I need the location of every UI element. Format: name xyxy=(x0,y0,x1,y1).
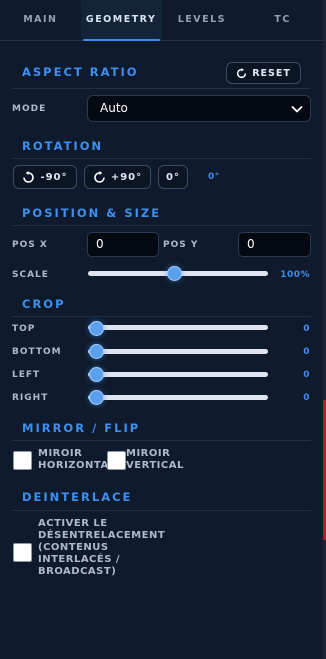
divider xyxy=(12,440,311,441)
section-title-aspect-ratio: ASPECT RATIO xyxy=(22,65,139,79)
mirror-horizontal-checkbox[interactable] xyxy=(13,451,32,470)
scale-slider-thumb[interactable] xyxy=(167,266,183,281)
section-title-deinterlace: DEINTERLACE xyxy=(22,490,133,504)
rotate-cw-label: +90° xyxy=(110,171,143,183)
crop-bottom-thumb[interactable] xyxy=(89,344,104,359)
rotate-cw-icon xyxy=(94,170,105,183)
mode-label: MODE xyxy=(12,104,47,114)
rotate-ccw-button[interactable]: -90° xyxy=(13,165,77,189)
divider xyxy=(12,158,311,159)
deinterlace-line: (CONTENUS xyxy=(38,542,109,553)
crop-right-label: RIGHT xyxy=(12,393,49,403)
crop-top-thumb[interactable] xyxy=(89,321,104,336)
divider xyxy=(12,510,311,511)
chevron-down-icon xyxy=(291,106,303,113)
divider xyxy=(12,316,311,317)
crop-top-label: TOP xyxy=(12,324,36,334)
tab-levels[interactable]: LEVELS xyxy=(162,0,243,40)
mirror-vertical-label: MIROIR VERTICAL xyxy=(126,448,184,472)
mirror-vertical-line1: MIROIR xyxy=(126,448,171,459)
tab-main[interactable]: MAIN xyxy=(0,0,81,40)
pos-x-label: POS X xyxy=(12,240,48,250)
deinterlace-line: INTERLACÉS / xyxy=(38,554,121,565)
crop-top-slider[interactable] xyxy=(88,325,268,330)
scale-value: 100% xyxy=(280,270,310,280)
crop-right-slider[interactable] xyxy=(88,395,268,400)
deinterlace-label: ACTIVER LE DÉSENTRELACEMENT (CONTENUS IN… xyxy=(38,518,165,578)
crop-right-value: 0 xyxy=(303,393,310,403)
mirror-vertical-checkbox[interactable] xyxy=(107,451,126,470)
pos-x-input[interactable]: 0 xyxy=(87,232,159,257)
crop-left-thumb[interactable] xyxy=(89,367,104,382)
divider xyxy=(12,225,311,226)
rotate-ccw-icon xyxy=(23,170,35,183)
deinterlace-checkbox[interactable] xyxy=(13,543,32,562)
deinterlace-line: BROADCAST) xyxy=(38,566,117,577)
reset-label: RESET xyxy=(252,67,291,79)
section-title-position-size: POSITION & SIZE xyxy=(22,206,162,220)
divider xyxy=(12,88,311,89)
rotate-reset-label: 0° xyxy=(166,171,180,183)
rotate-reset-button[interactable]: 0° xyxy=(158,165,188,189)
crop-bottom-value: 0 xyxy=(303,347,310,357)
deinterlace-line: ACTIVER LE xyxy=(38,518,108,529)
deinterlace-line: DÉSENTRELACEMENT xyxy=(38,530,166,541)
section-title-crop: CROP xyxy=(22,297,66,311)
pos-y-label: POS Y xyxy=(163,240,199,250)
scale-label: SCALE xyxy=(12,270,49,280)
tab-tc[interactable]: TC xyxy=(242,0,323,40)
rotate-cw-button[interactable]: +90° xyxy=(84,165,151,189)
section-title-rotation: ROTATION xyxy=(22,139,104,153)
crop-bottom-label: BOTTOM xyxy=(12,347,62,357)
section-title-mirror-flip: MIRROR / FLIP xyxy=(22,421,141,435)
pos-y-input[interactable]: 0 xyxy=(238,232,311,257)
crop-left-label: LEFT xyxy=(12,370,41,380)
tab-geometry[interactable]: GEOMETRY xyxy=(80,0,162,41)
mode-select[interactable]: Auto xyxy=(87,95,311,122)
mirror-horizontal-line2: HORIZONTAL xyxy=(38,460,116,471)
rotate-ccw-label: -90° xyxy=(40,171,68,183)
mirror-vertical-line2: VERTICAL xyxy=(126,460,184,471)
crop-right-thumb[interactable] xyxy=(89,390,104,405)
crop-top-value: 0 xyxy=(303,324,310,334)
tab-bar: MAIN GEOMETRY LEVELS TC xyxy=(0,0,323,41)
rotation-value: 0° xyxy=(208,172,220,182)
crop-bottom-slider[interactable] xyxy=(88,349,268,354)
mode-value: Auto xyxy=(100,101,128,115)
reset-icon xyxy=(237,67,247,78)
mirror-horizontal-line1: MIROIR xyxy=(38,448,83,459)
reset-button[interactable]: RESET xyxy=(226,62,301,84)
crop-left-slider[interactable] xyxy=(88,372,268,377)
crop-left-value: 0 xyxy=(303,370,310,380)
mirror-horizontal-label: MIROIR HORIZONTAL xyxy=(38,448,116,472)
